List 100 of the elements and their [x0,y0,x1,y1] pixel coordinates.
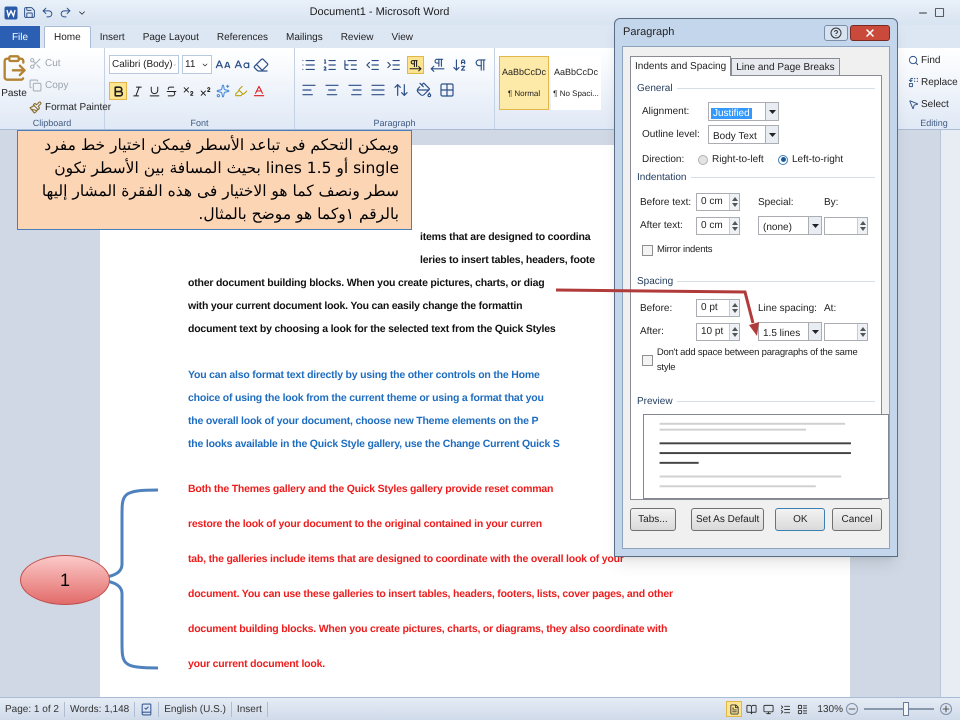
document-text-line: choice of using the look from the current theme or using a format that you [188,391,544,406]
borders-icon[interactable] [439,82,455,98]
paste-button[interactable]: Paste [0,54,28,117]
sort-icon[interactable] [452,57,467,73]
align-center-icon[interactable] [324,82,340,98]
by-spinner[interactable] [824,216,868,234]
save-icon[interactable] [23,6,36,19]
justify-icon[interactable] [370,82,386,98]
after-text-spinner[interactable]: 0 cm [696,216,740,234]
spin-down-icon[interactable] [860,332,866,337]
dialog-tab[interactable]: Line and Page Breaks [731,58,840,75]
style-swatch[interactable]: AaBbCcDc ¶ Normal [499,56,549,110]
zoom-reading: 130% [817,702,843,716]
font-color-icon[interactable] [252,84,266,98]
bold-icon [112,84,124,98]
dropdown-caret-icon [812,224,818,228]
ribbon-tab[interactable]: Review [332,26,382,48]
document-text-line: other document building blocks. When you create pictures, charts, or diag [188,276,544,291]
proofing-icon[interactable] [140,702,154,716]
at-spinner[interactable] [824,322,868,341]
clipboard-command[interactable]: Format Painter [29,98,112,117]
zoom-out-icon[interactable] [846,703,858,715]
view-button[interactable] [726,701,742,717]
outline-level-dropdown[interactable]: Body Text [708,125,779,144]
align-left-icon[interactable] [301,82,317,98]
pilcrow-icon[interactable] [472,57,488,73]
file-tab[interactable]: File [0,26,40,48]
before-text-spinner[interactable]: 0 cm [696,193,740,211]
window-title: Document1 - Microsoft Word [310,5,450,20]
restore-icon[interactable] [934,7,945,18]
spin-up-icon[interactable] [732,197,738,201]
zoom-in-icon[interactable] [940,703,952,715]
spin-down-icon[interactable] [732,203,738,207]
italic-icon[interactable] [131,84,144,98]
underline-icon[interactable] [148,84,161,98]
redo-icon[interactable] [59,6,72,19]
spin-up-icon[interactable] [732,326,738,331]
editing-command[interactable]: Select [908,94,960,114]
subscript-icon[interactable] [182,84,195,98]
app-icon[interactable] [4,6,18,20]
before-spinner[interactable]: 0 pt [696,299,740,318]
ribbon-tab[interactable]: Page Layout [134,26,208,48]
radio-label: Right-to-left [712,153,764,167]
spin-down-icon[interactable] [732,226,738,230]
dialog-button[interactable]: Set As Default [690,508,764,530]
ribbon-tab[interactable]: References [208,26,278,48]
eraser-icon[interactable] [253,56,269,72]
ribbon-tab[interactable]: Mailings [277,26,332,48]
left-to-right-button[interactable] [407,56,424,74]
line-spacing-dropdown[interactable]: 1.5 lines [758,322,822,342]
ribbon-tab[interactable]: View [382,26,422,48]
spin-up-icon[interactable] [860,326,866,331]
multilevel-list-icon[interactable] [343,57,359,73]
dialog-tab[interactable]: Indents and Spacing [630,56,732,76]
field-label: Outline level: [642,128,701,142]
spin-up-icon[interactable] [732,220,738,224]
field-label: After: [640,325,665,340]
dialog-button[interactable]: Cancel [832,508,882,530]
line-spacing-icon[interactable] [393,82,409,98]
editing-command[interactable]: Replace [908,72,960,92]
shading-icon[interactable] [416,82,432,98]
field-label: Before text: [640,196,692,210]
after-spinner[interactable]: 10 pt [696,322,740,341]
font-size-field[interactable]: 11 [182,55,212,74]
ribbon-tab[interactable]: Insert [90,26,134,48]
spin-up-icon[interactable] [860,220,866,224]
editing-command[interactable]: Find [908,50,960,70]
font-name-field[interactable]: Calibri (Body) [109,55,179,74]
spin-up-icon[interactable] [732,303,738,308]
decrease-indent-icon[interactable] [364,57,380,73]
checkbox[interactable] [642,244,653,256]
spin-down-icon[interactable] [860,226,866,230]
dialog-button[interactable]: OK [775,508,826,530]
spin-down-icon[interactable] [732,309,738,314]
ribbon-tab[interactable]: Home [44,26,91,48]
pilcrow-left-icon[interactable] [430,57,446,73]
style-swatch[interactable]: AaBbCcDc ¶ No Spaci... [551,56,601,110]
document-text-line: Both the Themes gallery and the Quick Styles gallery provide reset comman [188,482,554,497]
dropdown-caret-icon [812,330,818,334]
dialog-button[interactable]: Tabs... [630,508,676,530]
radio-button[interactable] [698,154,708,164]
strikethrough-icon[interactable] [165,84,178,98]
radio-button[interactable] [778,154,788,164]
bullets-icon[interactable] [301,57,316,73]
increase-indent-icon[interactable] [386,57,402,73]
bold-button[interactable] [109,82,127,100]
monitor-icon [762,704,774,714]
help-button[interactable] [824,24,848,40]
numbering-icon[interactable] [322,57,338,73]
checkbox[interactable] [642,355,653,366]
field-label: After text: [640,219,684,233]
undo-icon[interactable] [41,6,54,19]
superscript-icon[interactable] [199,84,212,98]
outline-icon [780,704,791,714]
align-right-icon[interactable] [347,82,363,98]
special-dropdown[interactable]: (none) [758,216,822,235]
zoom-track[interactable] [861,702,937,716]
close-button[interactable] [850,24,890,40]
zoom-thumb[interactable] [903,702,909,716]
spin-down-icon[interactable] [732,332,738,337]
